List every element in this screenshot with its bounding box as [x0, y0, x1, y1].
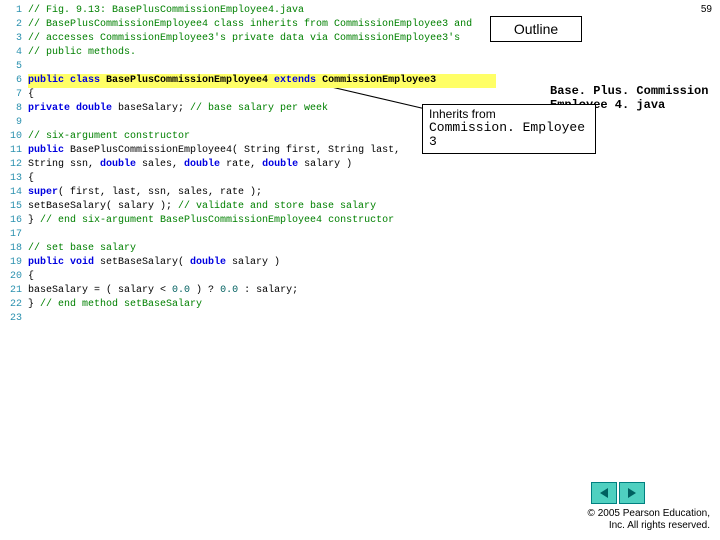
code-line: 17 — [4, 228, 544, 242]
code-line: 5 — [4, 60, 544, 74]
prev-icon — [598, 487, 610, 499]
line-number: 18 — [4, 242, 28, 256]
next-icon — [626, 487, 638, 499]
line-number: 11 — [4, 144, 28, 158]
code-line: 12 String ssn, double sales, double rate… — [4, 158, 544, 172]
line-number: 7 — [4, 88, 28, 102]
line-number: 4 — [4, 46, 28, 60]
line-number: 1 — [4, 4, 28, 18]
code-content: } // end six-argument BasePlusCommission… — [28, 214, 394, 228]
code-line: 7{ — [4, 88, 544, 102]
code-content: // six-argument constructor — [28, 130, 190, 144]
code-content: } // end method setBaseSalary — [28, 298, 202, 312]
code-line: 15 setBaseSalary( salary ); // validate … — [4, 200, 544, 214]
line-number: 20 — [4, 270, 28, 284]
footer-line1: © 2005 Pearson Education, — [588, 508, 710, 519]
code-line: 10 // six-argument constructor — [4, 130, 544, 144]
code-line: 9 — [4, 116, 544, 130]
code-content: super( first, last, ssn, sales, rate ); — [28, 186, 262, 200]
line-number: 9 — [4, 116, 28, 130]
code-line: 22 } // end method setBaseSalary — [4, 298, 544, 312]
code-content — [28, 228, 34, 242]
nav-buttons — [591, 482, 645, 504]
code-content — [28, 312, 34, 326]
code-line: 19 public void setBaseSalary( double sal… — [4, 256, 544, 270]
line-number: 21 — [4, 284, 28, 298]
code-content: baseSalary = ( salary < 0.0 ) ? 0.0 : sa… — [28, 284, 298, 298]
line-number: 16 — [4, 214, 28, 228]
code-content: // BasePlusCommissionEmployee4 class inh… — [28, 18, 472, 32]
copyright-footer: © 2005 Pearson Education, Inc. All right… — [588, 508, 710, 532]
code-line: 20 { — [4, 270, 544, 284]
line-number: 5 — [4, 60, 28, 74]
code-content: // Fig. 9.13: BasePlusCommissionEmployee… — [28, 4, 304, 18]
code-content: // set base salary — [28, 242, 136, 256]
line-number: 17 — [4, 228, 28, 242]
code-line: 3// accesses CommissionEmployee3's priva… — [4, 32, 544, 46]
line-number: 6 — [4, 74, 28, 88]
code-line: 16 } // end six-argument BasePlusCommiss… — [4, 214, 544, 228]
footer-line2: Inc. All rights reserved. — [609, 520, 710, 531]
code-line: 1// Fig. 9.13: BasePlusCommissionEmploye… — [4, 4, 544, 18]
code-content: { — [28, 172, 34, 186]
line-number: 8 — [4, 102, 28, 116]
code-content — [28, 116, 34, 130]
line-number: 12 — [4, 158, 28, 172]
code-content: public BasePlusCommissionEmployee4( Stri… — [28, 144, 400, 158]
code-content: private double baseSalary; // base salar… — [28, 102, 328, 116]
file-title-line1: Base. Plus. Commission — [550, 84, 708, 98]
code-content: String ssn, double sales, double rate, d… — [28, 158, 352, 172]
line-number: 15 — [4, 200, 28, 214]
code-content: // public methods. — [28, 46, 136, 60]
code-listing: 1// Fig. 9.13: BasePlusCommissionEmploye… — [4, 4, 544, 326]
code-content — [28, 60, 34, 74]
code-line: 4// public methods. — [4, 46, 544, 60]
code-line: 21 baseSalary = ( salary < 0.0 ) ? 0.0 :… — [4, 284, 544, 298]
code-line: 8 private double baseSalary; // base sal… — [4, 102, 544, 116]
line-number: 22 — [4, 298, 28, 312]
line-number: 2 — [4, 18, 28, 32]
code-line: 18 // set base salary — [4, 242, 544, 256]
line-number: 23 — [4, 312, 28, 326]
code-line: 23 — [4, 312, 544, 326]
code-line: 13 { — [4, 172, 544, 186]
code-content: public void setBaseSalary( double salary… — [28, 256, 280, 270]
code-content: // accesses CommissionEmployee3's privat… — [28, 32, 460, 46]
line-number: 13 — [4, 172, 28, 186]
code-content: { — [28, 270, 34, 284]
code-line: 14 super( first, last, ssn, sales, rate … — [4, 186, 544, 200]
page-number: 59 — [701, 4, 712, 15]
line-number: 19 — [4, 256, 28, 270]
code-content: public class BasePlusCommissionEmployee4… — [28, 74, 496, 88]
code-content: setBaseSalary( salary ); // validate and… — [28, 200, 376, 214]
code-line: 2// BasePlusCommissionEmployee4 class in… — [4, 18, 544, 32]
prev-button[interactable] — [591, 482, 617, 504]
code-line: 6public class BasePlusCommissionEmployee… — [4, 74, 544, 88]
code-content: { — [28, 88, 34, 102]
line-number: 10 — [4, 130, 28, 144]
line-number: 3 — [4, 32, 28, 46]
code-line: 11 public BasePlusCommissionEmployee4( S… — [4, 144, 544, 158]
line-number: 14 — [4, 186, 28, 200]
next-button[interactable] — [619, 482, 645, 504]
